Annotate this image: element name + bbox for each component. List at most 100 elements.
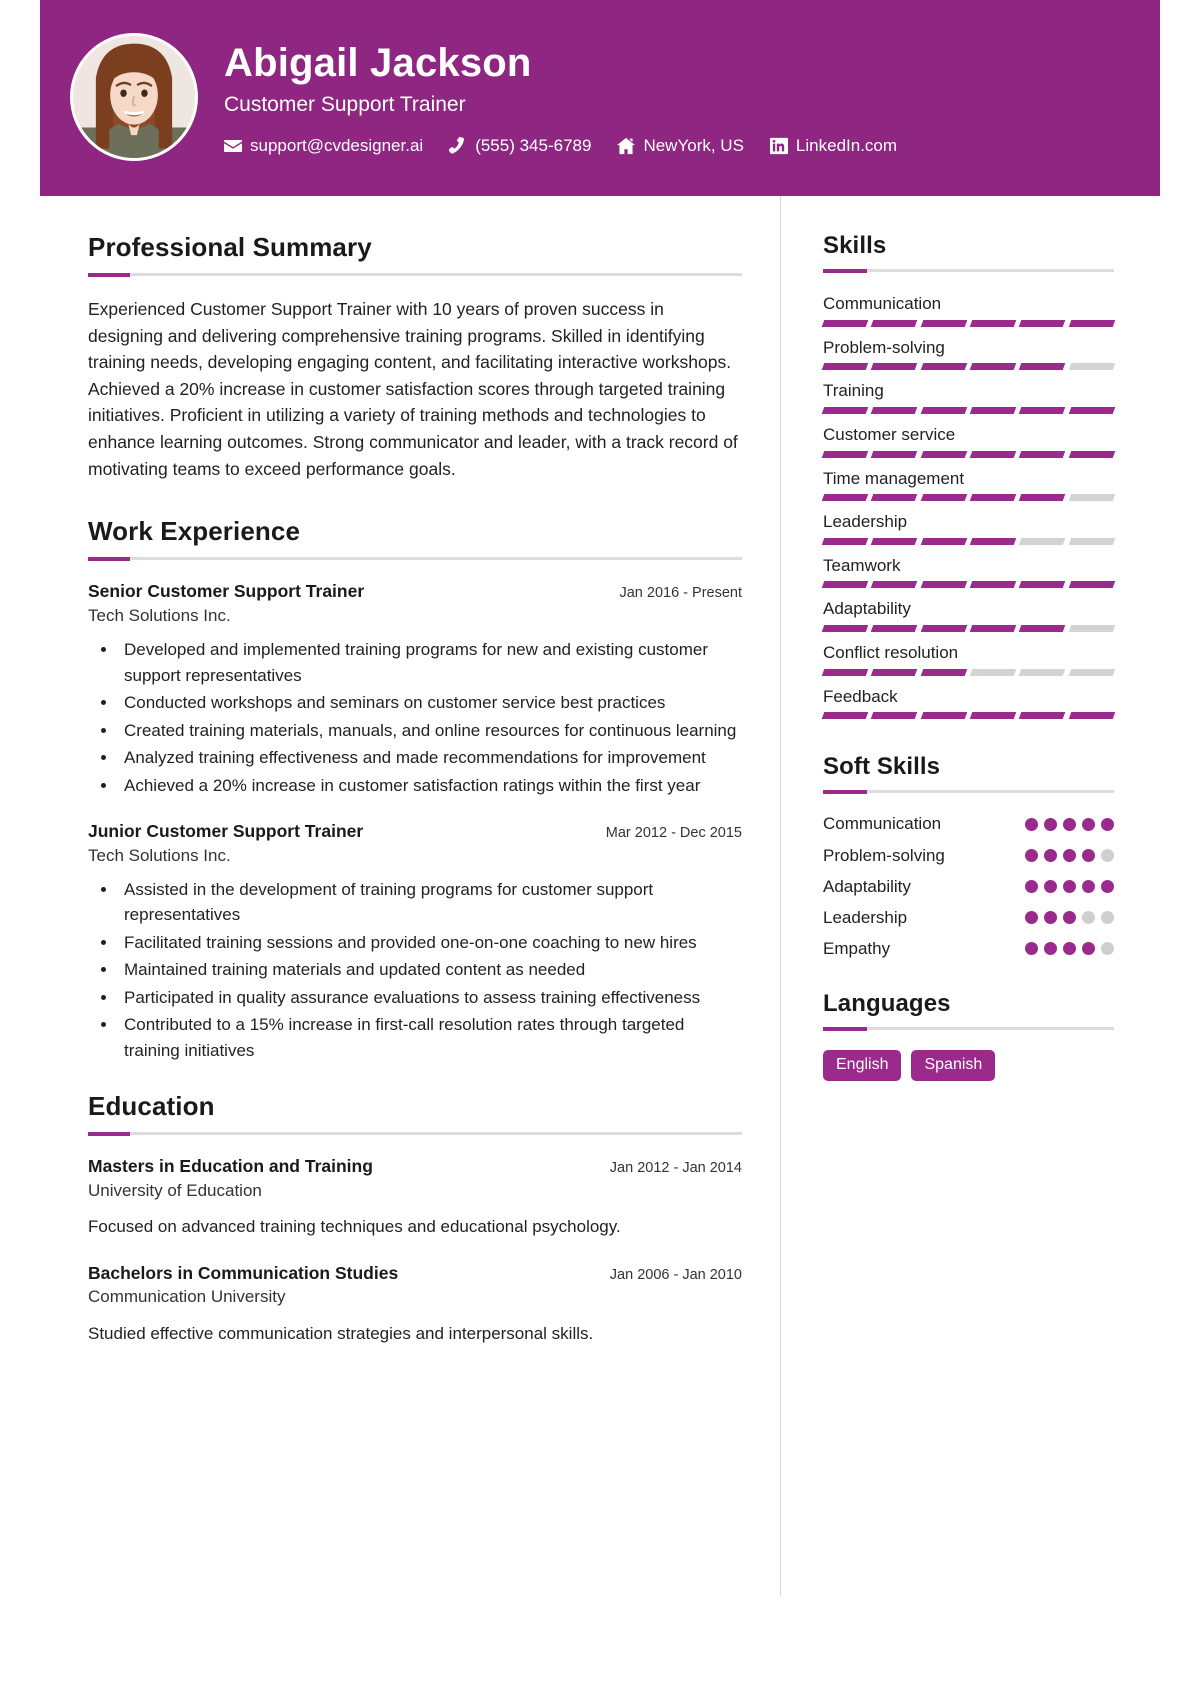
skill-segment-empty [1068,363,1116,371]
experience-role: Junior Customer Support Trainer [88,821,364,841]
skill-level-bar [821,712,1116,720]
skill-segment-filled [920,363,968,371]
professional-summary-title: Professional Summary [88,232,372,262]
soft-skill-row: Empathy [823,938,1114,960]
skill-segment-filled [969,581,1017,589]
contact-list: support@cvdesigner.ai (555) 345-6789 New… [224,137,1130,155]
skill-segment-filled [1068,581,1116,589]
education-entry: Masters in Education and Training Jan 20… [88,1155,742,1239]
skill-name: Customer service [823,424,956,444]
skill-segment-filled [821,537,869,545]
professional-summary-text: Experienced Customer Support Trainer wit… [88,299,738,479]
skills-title: Skills [823,232,887,259]
education-entry: Bachelors in Communication Studies Jan 2… [88,1262,742,1346]
work-experience-title: Work Experience [88,516,301,547]
person-job-title: Customer Support Trainer [224,92,466,116]
sidebar-column: Skills Communication Problem-solving Train… [780,196,1160,1596]
contact-linkedin[interactable]: LinkedIn.com [769,137,897,155]
skill-segment-filled [920,319,968,327]
contact-email[interactable]: support@cvdesigner.ai [224,137,423,155]
rating-dot-empty [1101,849,1114,863]
rating-dot-empty [1101,942,1114,956]
skill-segment-empty [969,668,1017,676]
rating-dot-filled [1044,942,1057,956]
experience-organization: Tech Solutions Inc. [88,605,231,625]
skill-segment-empty [1068,537,1116,545]
skill-segment-filled [821,625,869,633]
rating-dot-filled [1044,880,1057,894]
skill-segment-filled [871,581,918,589]
rating-dot-filled [1025,880,1038,894]
rating-dot-filled [1025,849,1038,863]
skill-segment-empty [1068,494,1116,502]
rating-dot-empty [1101,911,1114,925]
skill-segment-filled [871,319,918,327]
envelope-icon [224,137,242,155]
skill-segment-empty [1019,537,1066,545]
skill-segment-filled [969,625,1017,633]
skill-segment-filled [969,363,1017,371]
rating-dot-filled [1025,911,1038,925]
language-chip: English [823,1049,902,1082]
skill-row: Problem-solving [821,336,1116,371]
skill-name: Feedback [823,686,898,706]
education-date: Jan 2006 - Jan 2010 [609,1266,742,1283]
soft-skill-rating [1025,849,1114,863]
rating-dot-filled [1044,849,1057,863]
skill-level-bar [821,363,1116,371]
soft-skill-row: Communication [823,813,1114,835]
section-professional-summary: Professional Summary Experienced Custome… [88,232,742,482]
skill-segment-filled [920,450,968,458]
education-degree: Bachelors in Communication Studies [88,1262,399,1283]
education-description: Studied effective communication strategi… [88,1323,594,1343]
skill-segment-filled [1019,494,1066,502]
rating-dot-filled [1082,880,1095,894]
skill-segment-filled [1019,363,1066,371]
education-institution: Communication University [88,1287,286,1307]
skill-segment-filled [969,537,1017,545]
avatar [70,33,198,161]
home-icon [617,137,636,155]
section-divider [823,269,1114,273]
rating-dot-filled [1025,817,1038,831]
skill-name: Training [823,381,884,401]
skill-segment-filled [821,581,869,589]
soft-skill-rating [1025,880,1114,894]
phone-icon [449,137,467,155]
experience-entry: Junior Customer Support Trainer Mar 2012… [88,820,742,1063]
skill-name: Teamwork [823,555,901,575]
education-degree: Masters in Education and Training [88,1156,373,1177]
skill-segment-filled [969,450,1017,458]
header-text-block: Abigail Jackson Customer Support Trainer… [224,39,1130,155]
education-institution: University of Education [88,1181,262,1201]
skill-segment-filled [1019,712,1066,720]
skill-segment-filled [1019,319,1066,327]
experience-bullet: Participated in quality assurance evalua… [118,985,742,1011]
experience-bullet: Contributed to a 15% increase in first-c… [118,1012,742,1063]
skill-segment-filled [969,494,1017,502]
rating-dot-filled [1082,817,1095,831]
skill-segment-filled [871,363,918,371]
experience-bullet: Achieved a 20% increase in customer sati… [118,773,742,799]
skill-level-bar [821,581,1116,589]
rating-dot-filled [1063,911,1076,925]
resume-header: Abigail Jackson Customer Support Trainer… [40,0,1160,196]
skill-segment-filled [969,712,1017,720]
experience-bullet: Created training materials, manuals, and… [118,718,742,744]
contact-location[interactable]: NewYork, US [617,137,744,155]
skill-segment-filled [1019,581,1066,589]
experience-bullet-list: Developed and implemented training progr… [88,637,742,798]
experience-entry: Senior Customer Support Trainer Jan 2016… [88,580,742,798]
skill-segment-filled [1068,406,1116,414]
linkedin-icon [769,137,788,155]
skill-name: Adaptability [823,599,911,619]
experience-date: Jan 2016 - Present [619,585,742,602]
soft-skill-name: Leadership [823,907,908,927]
contact-phone[interactable]: (555) 345-6789 [449,137,591,155]
skill-segment-filled [871,450,918,458]
main-column: Professional Summary Experienced Custome… [40,196,780,1406]
contact-email-text: support@cvdesigner.ai [250,136,424,156]
skill-level-bar [821,450,1116,458]
section-work-experience: Work Experience Senior Customer Support … [88,516,742,1063]
experience-bullet: Maintained training materials and update… [118,957,742,983]
